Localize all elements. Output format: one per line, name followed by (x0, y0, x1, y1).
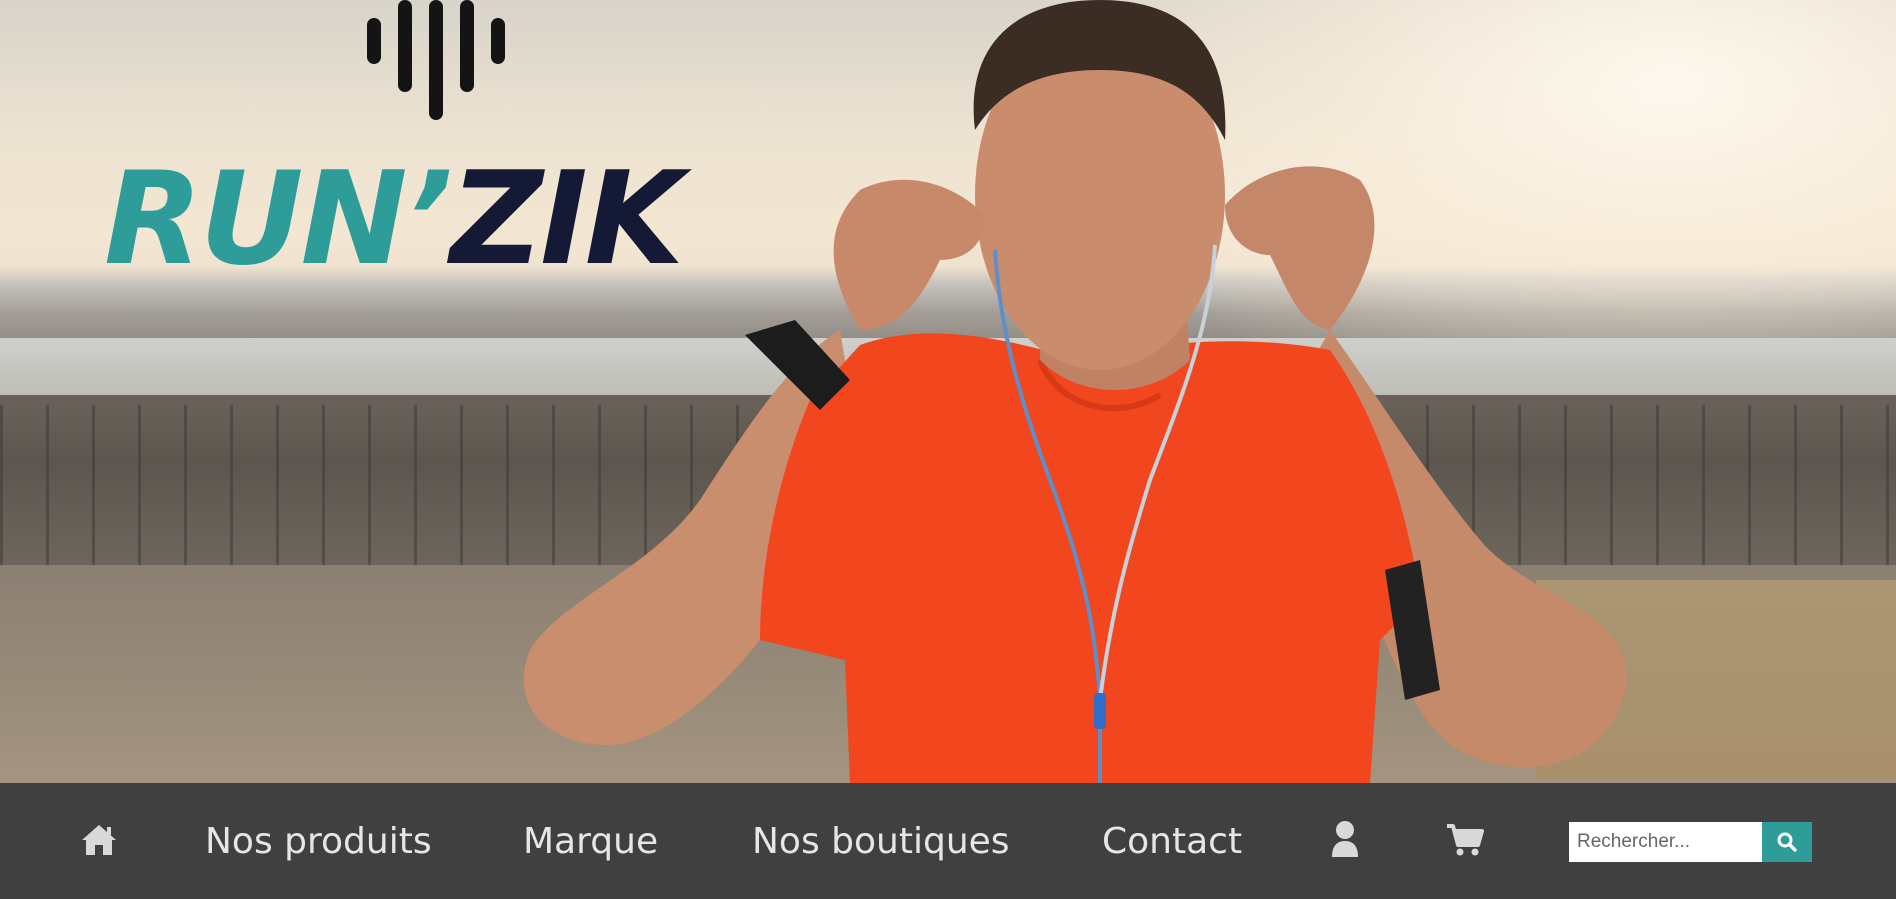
cart-button[interactable] (1446, 823, 1484, 857)
account-button[interactable] (1330, 820, 1360, 858)
home-icon (82, 825, 116, 855)
hero-banner: RUN’ZIK (0, 0, 1896, 783)
logo-zik-text: ZIK (450, 145, 684, 294)
search-button[interactable] (1762, 822, 1812, 862)
user-icon (1332, 821, 1358, 857)
search-icon (1777, 832, 1797, 852)
hero-runner-image (523, 0, 1627, 783)
main-navigation: Nos produits Marque Nos boutiques Contac… (0, 783, 1896, 899)
search-form (1569, 822, 1812, 862)
logo-run-text: RUN’ (104, 145, 453, 294)
nav-link-brand[interactable]: Marque (523, 817, 658, 867)
nav-link-products[interactable]: Nos produits (205, 817, 432, 867)
page: RUN’ZIK Nos produits Marque Nos boutique… (0, 0, 1896, 899)
brand-logo[interactable]: RUN’ZIK (104, 150, 684, 290)
nav-link-contact[interactable]: Contact (1102, 817, 1242, 867)
home-button[interactable] (80, 823, 118, 857)
shopping-cart-icon (1447, 824, 1484, 856)
search-input[interactable] (1569, 822, 1762, 862)
sound-wave-bars-icon (367, 0, 505, 120)
nav-link-shops[interactable]: Nos boutiques (752, 817, 1010, 867)
